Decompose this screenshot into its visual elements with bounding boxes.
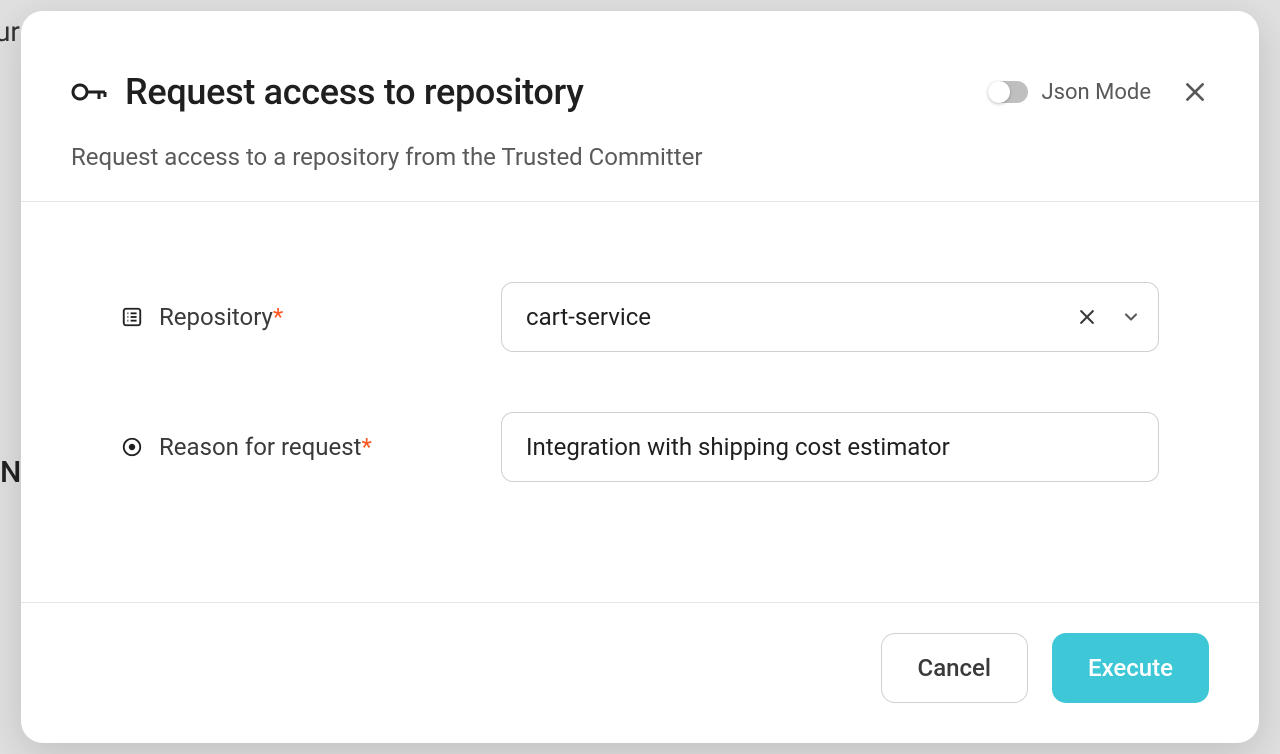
backdrop-fragment: ur — [0, 15, 20, 48]
request-access-modal: Request access to repository Json Mode R… — [21, 11, 1259, 743]
reason-label-text: Reason for request — [159, 433, 361, 461]
close-icon[interactable] — [1181, 78, 1209, 106]
reason-label-group: Reason for request* — [121, 433, 481, 461]
list-icon — [121, 306, 143, 328]
clear-icon[interactable] — [1077, 307, 1097, 327]
cancel-button[interactable]: Cancel — [881, 633, 1028, 703]
json-mode-toggle[interactable] — [988, 81, 1028, 103]
repository-label-text: Repository — [159, 303, 273, 331]
repository-label-group: Repository* — [121, 303, 481, 331]
modal-header: Request access to repository Json Mode R… — [21, 11, 1259, 202]
repository-label: Repository* — [159, 303, 283, 331]
header-right: Json Mode — [988, 78, 1209, 106]
json-mode-toggle-group: Json Mode — [988, 80, 1151, 105]
repository-input[interactable] — [501, 282, 1159, 352]
key-icon — [71, 74, 107, 110]
reason-row: Reason for request* — [121, 412, 1159, 482]
chevron-down-icon[interactable] — [1121, 307, 1141, 327]
modal-footer: Cancel Execute — [21, 602, 1259, 743]
json-mode-label: Json Mode — [1042, 80, 1151, 105]
reason-input[interactable] — [501, 412, 1159, 482]
repository-select[interactable] — [501, 282, 1159, 352]
modal-title: Request access to repository — [125, 71, 584, 113]
repository-row: Repository* — [121, 282, 1159, 352]
title-group: Request access to repository — [71, 71, 584, 113]
record-icon — [121, 436, 143, 458]
reason-label: Reason for request* — [159, 433, 372, 461]
modal-subtitle: Request access to a repository from the … — [71, 143, 1209, 171]
modal-body: Repository* — [21, 202, 1259, 602]
required-marker: * — [273, 303, 283, 331]
backdrop-fragment: N — [0, 455, 21, 490]
required-marker: * — [361, 433, 371, 461]
toggle-knob — [988, 81, 1010, 103]
select-icons — [1077, 307, 1141, 327]
header-top: Request access to repository Json Mode — [71, 71, 1209, 113]
execute-button[interactable]: Execute — [1052, 633, 1209, 703]
